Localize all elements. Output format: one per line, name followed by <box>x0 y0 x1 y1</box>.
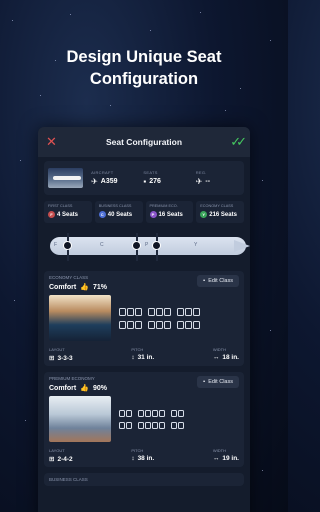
edit-class-label: Edit Class <box>208 278 233 284</box>
cabin-card-economy: ECONOMY CLASS Comfort👍71% ▪Edit Class <box>44 271 244 366</box>
class-chip-label: PREMIUM ECO. <box>149 204 178 208</box>
class-badge-icon: Y <box>200 211 208 218</box>
cabin-card-premium: PREMIUM ECONOMY Comfort 👍 90% ▪ Edit Class <box>44 372 244 467</box>
top-bar: ✕ Seat Configuration ✓✓ <box>38 127 250 157</box>
layout-value: 3-3-3 <box>57 354 73 362</box>
seat-map <box>119 307 239 329</box>
seat-icon: ▪ <box>203 278 206 284</box>
class-chip-value: 40 Seats <box>107 211 133 218</box>
fuselage-letter: C <box>100 242 104 248</box>
width-icon: ↔ <box>212 455 220 462</box>
screen-title: Seat Configuration <box>105 137 183 147</box>
class-chip-business[interactable]: BUSINESS CLASS C 40 Seats <box>94 201 143 223</box>
close-icon[interactable]: ✕ <box>46 134 62 150</box>
reg-label: REG. <box>195 170 207 175</box>
comfort-label: Comfort <box>49 283 77 291</box>
class-chip-value: 216 Seats <box>209 211 237 218</box>
seat-map <box>119 409 239 429</box>
cabin-label: BUSINESS CLASS <box>49 477 88 482</box>
class-badge-icon: P <box>149 211 157 218</box>
class-chip-economy[interactable]: ECONOMY CLASS Y 216 Seats <box>196 201 244 223</box>
confirm-check-icon[interactable]: ✓✓ <box>226 134 247 150</box>
class-summary-row: FIRST CLASS F4 Seats BUSINESS CLASS C 40 … <box>44 201 244 223</box>
seats-label: SEATS <box>143 170 158 175</box>
pitch-label: PITCH <box>131 347 144 352</box>
pitch-value: 31 in. <box>137 354 155 361</box>
pitch-icon: ↕ <box>131 354 135 361</box>
fuselage-letter: F <box>54 242 58 248</box>
cabin-label: PREMIUM ECONOMY <box>49 376 95 381</box>
class-chip-first[interactable]: FIRST CLASS F4 Seats <box>44 201 92 223</box>
width-label: WIDTH <box>212 448 226 453</box>
layout-label: LAYOUT <box>49 347 65 352</box>
reg-value: -- <box>205 178 211 185</box>
seat-icon: ▪ <box>143 177 147 186</box>
class-chip-label: BUSINESS CLASS <box>98 204 132 208</box>
cabin-label: ECONOMY CLASS <box>49 275 89 280</box>
plane-icon: ✈ <box>195 177 203 186</box>
width-value: 19 in. <box>222 455 239 462</box>
comfort-score: 71% <box>92 283 107 291</box>
cabin-card-business: BUSINESS CLASS <box>44 473 244 486</box>
aircraft-summary: AIRCRAFT ✈ A359 SEATS ▪ 276 REG. ✈ -- <box>44 161 244 195</box>
width-label: WIDTH <box>212 347 226 352</box>
plane-icon: ✈ <box>91 177 98 186</box>
headline: Design Unique Seat Configuration <box>0 46 288 90</box>
layout-value: 2-4-2 <box>57 455 73 463</box>
layout-label: LAYOUT <box>49 448 65 453</box>
class-chip-label: ECONOMY CLASS <box>200 204 234 208</box>
class-chip-premium[interactable]: PREMIUM ECO. P 16 Seats <box>145 201 194 223</box>
headline-line-2: Configuration <box>89 70 199 88</box>
headline-line-1: Design Unique Seat <box>66 48 222 66</box>
cabin-photo <box>49 295 111 341</box>
comfort-label: Comfort <box>49 384 77 392</box>
fuselage-drag-handle[interactable] <box>152 241 161 250</box>
class-badge-icon: C <box>98 211 106 218</box>
fuselage-letter: Y <box>194 242 198 248</box>
fuselage-letter: P <box>145 242 149 248</box>
width-value: 18 in. <box>222 354 239 361</box>
comfort-score: 90% <box>92 384 107 392</box>
seat-config-panel: ✕ Seat Configuration ✓✓ AIRCRAFT ✈ A359 S… <box>38 127 250 512</box>
fuselage-drag-handle[interactable] <box>63 241 72 250</box>
thumbs-up-icon: 👍 <box>80 385 89 392</box>
edit-class-button[interactable]: ▪ Edit Class <box>197 376 239 388</box>
pitch-label: PITCH <box>131 448 144 453</box>
seats-value: 276 <box>149 178 161 185</box>
pitch-value: 38 in. <box>137 455 155 462</box>
fuselage-drag-handle[interactable] <box>132 241 141 250</box>
class-chip-value: 4 Seats <box>57 211 79 218</box>
thumbs-up-icon: 👍 <box>80 284 89 291</box>
class-chip-value: 16 Seats <box>158 211 183 218</box>
aircraft-label: AIRCRAFT <box>91 170 114 175</box>
aircraft-value: A359 <box>100 178 118 185</box>
pitch-icon: ↕ <box>131 455 135 462</box>
layout-icon: ⊞ <box>49 456 55 463</box>
edit-class-button[interactable]: ▪ Edit Class <box>197 275 239 287</box>
class-badge-icon: F <box>48 211 55 218</box>
fuselage-diagram: F C P Y <box>44 229 250 267</box>
seat-icon: ▪ <box>203 379 206 385</box>
edit-class-label: Edit Class <box>208 379 233 385</box>
layout-icon: ⊞ <box>49 355 55 362</box>
class-chip-label: FIRST CLASS <box>48 204 73 208</box>
width-icon: ↔ <box>212 354 220 361</box>
cabin-photo <box>49 396 111 442</box>
aircraft-photo <box>48 168 84 188</box>
